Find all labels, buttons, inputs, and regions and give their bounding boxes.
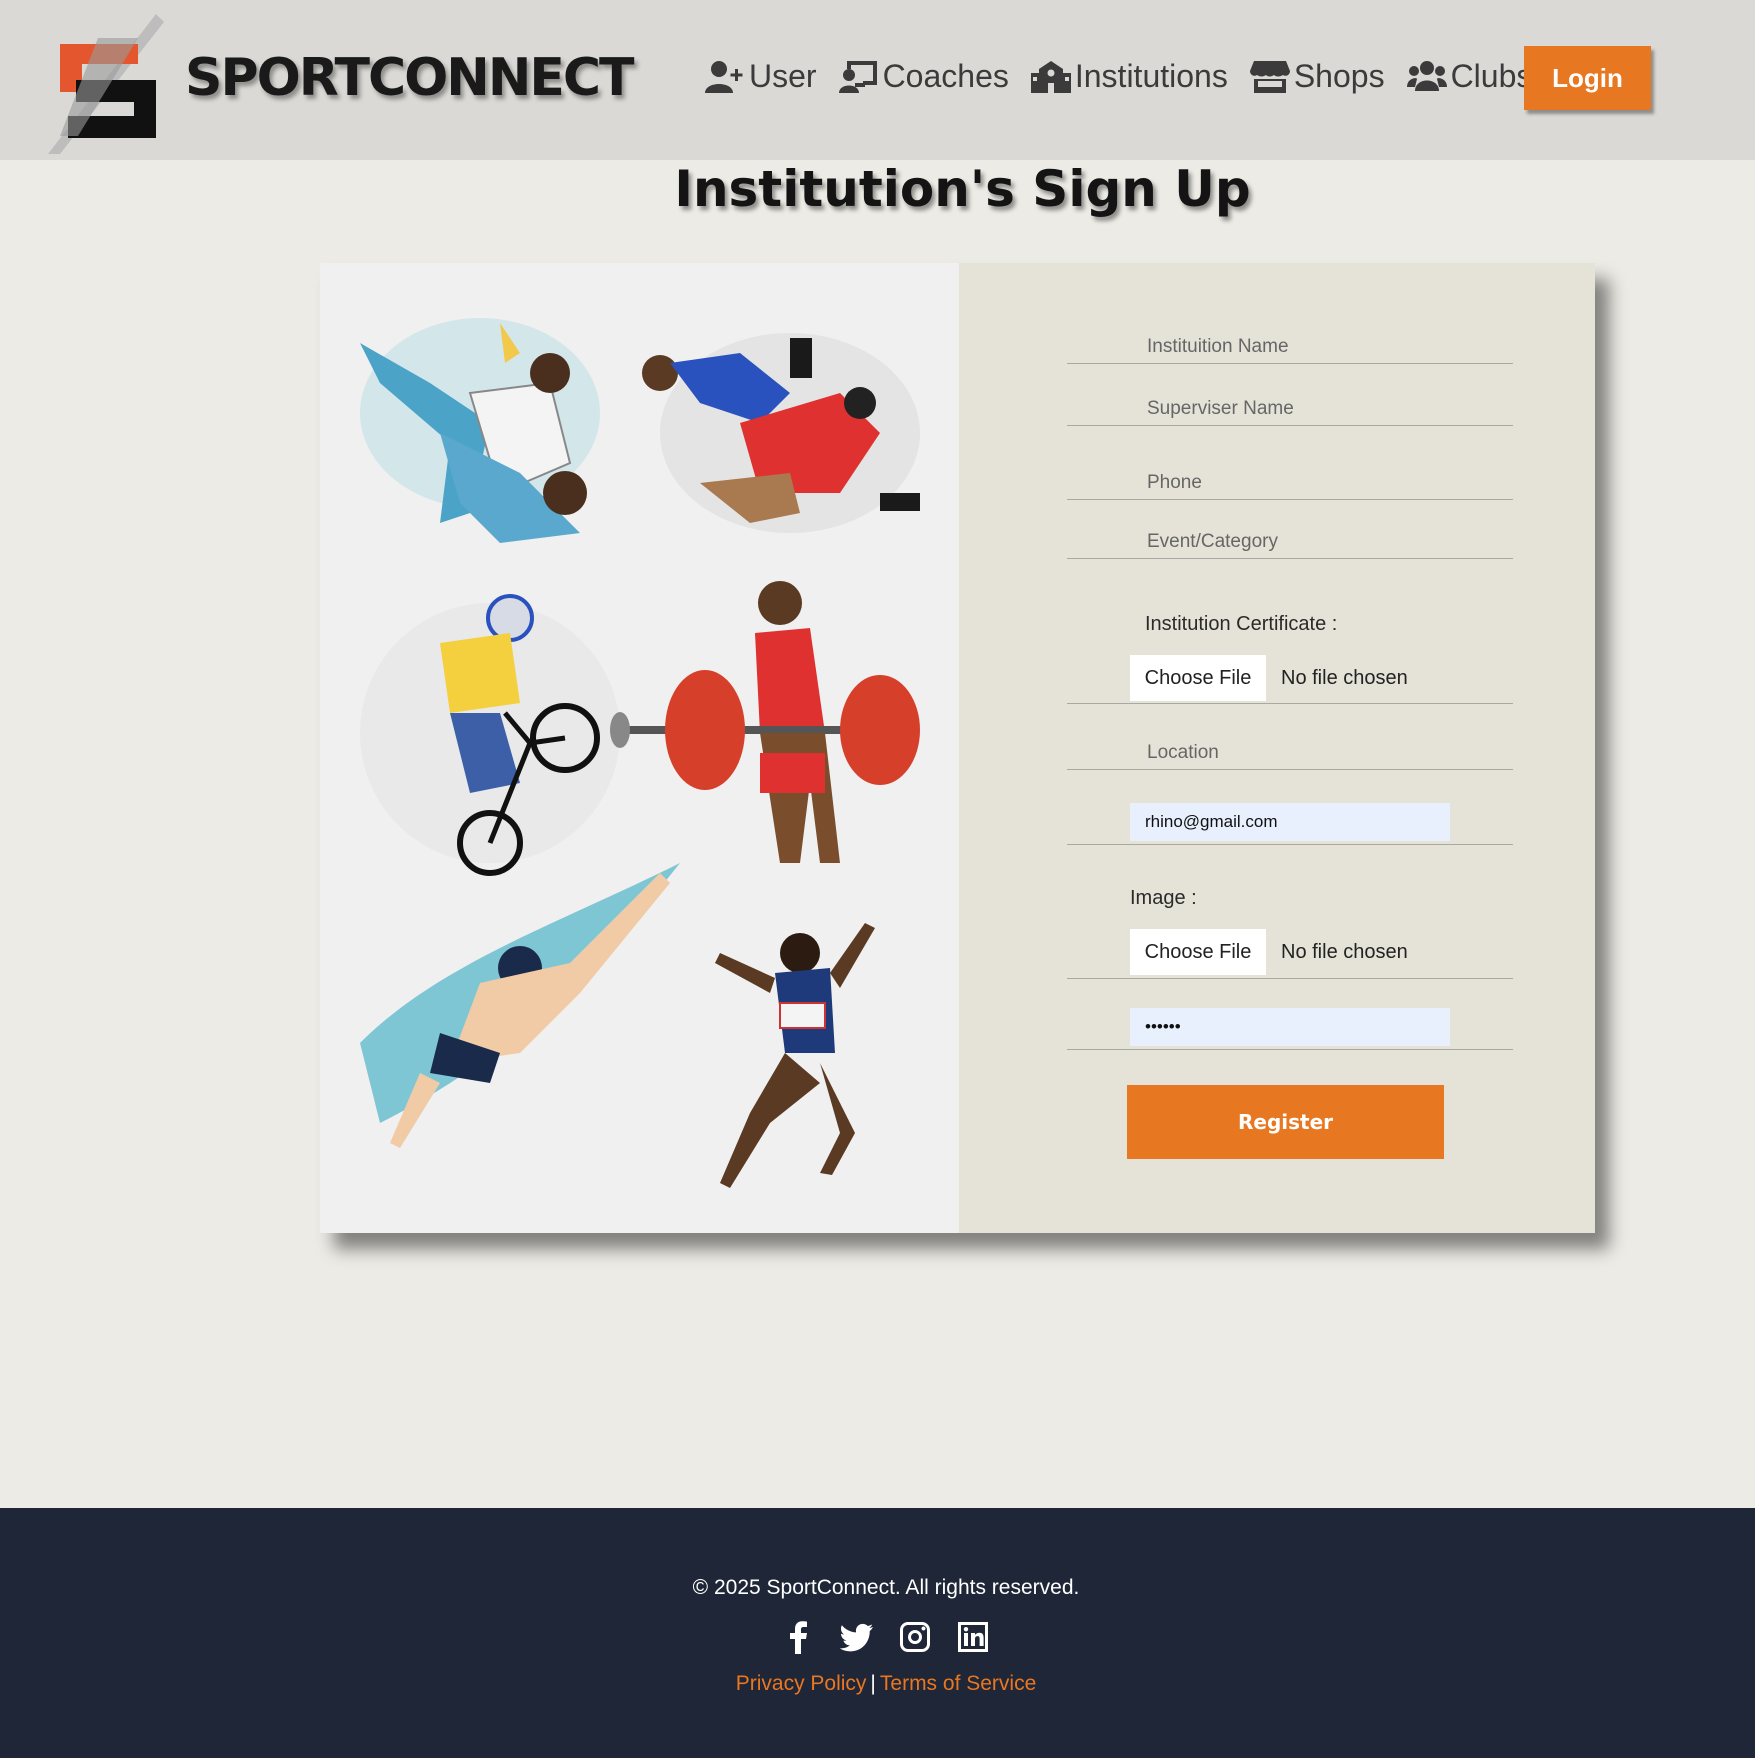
image-label: Image : <box>1130 887 1197 909</box>
wrestling-illustration <box>642 333 920 533</box>
runner-illustration <box>715 923 875 1188</box>
swimmer-illustration <box>360 863 680 1148</box>
event-category-input[interactable] <box>1145 530 1509 554</box>
password-row <box>1067 998 1513 1050</box>
certificate-row: Institution Certificate : Choose File No… <box>1067 563 1513 704</box>
email-row <box>1067 778 1513 845</box>
image-file-status: No file chosen <box>1281 940 1408 963</box>
sports-illustration <box>320 263 959 1233</box>
privacy-policy-link[interactable]: Privacy Policy <box>736 1672 867 1695</box>
supervisor-name-input[interactable] <box>1145 397 1509 421</box>
nav-item-shops[interactable]: Shops <box>1249 58 1385 95</box>
nav-label-clubs: Clubs <box>1450 58 1533 94</box>
instagram-icon[interactable] <box>898 1620 932 1654</box>
linkedin-icon[interactable] <box>956 1620 990 1654</box>
nav-label-user: User <box>749 58 817 94</box>
nav-item-institutions[interactable]: Institutions <box>1030 58 1228 95</box>
footer-links: Privacy Policy | Terms of Service <box>0 1672 1755 1696</box>
nav-item-clubs[interactable]: Clubs <box>1406 58 1533 95</box>
page-title: Institution's Sign Up <box>674 160 1251 218</box>
nav-label-coaches: Coaches <box>882 58 1009 94</box>
image-choose-file-button[interactable]: Choose File <box>1130 929 1266 975</box>
email-input[interactable] <box>1130 803 1450 841</box>
certificate-choose-file-button[interactable]: Choose File <box>1130 655 1266 701</box>
image-file-picker: Choose File No file chosen <box>1130 929 1408 975</box>
judo-illustration <box>360 318 600 543</box>
copyright-text: © 2025 SportConnect. All rights reserved… <box>692 1576 1080 1599</box>
social-links <box>0 1620 1755 1654</box>
sportconnect-logo-icon[interactable] <box>38 8 178 158</box>
nav-item-coaches[interactable]: Coaches <box>838 58 1009 95</box>
bmx-illustration <box>360 594 620 876</box>
signup-card: Institution Certificate : Choose File No… <box>320 263 1595 1233</box>
phone-row <box>1067 443 1513 500</box>
signup-form: Institution Certificate : Choose File No… <box>959 263 1595 1233</box>
users-icon <box>1406 60 1447 91</box>
certificate-label: Institution Certificate : <box>1145 613 1338 635</box>
brand-name[interactable]: SPORTCONNECT <box>185 48 635 108</box>
user-plus-icon <box>705 60 743 93</box>
school-icon <box>1030 60 1071 93</box>
password-input[interactable] <box>1130 1008 1450 1046</box>
nav-item-user[interactable]: User <box>705 58 817 95</box>
event-category-row <box>1067 518 1513 559</box>
store-icon <box>1249 60 1290 93</box>
chalkboard-teacher-icon <box>838 60 877 93</box>
phone-input[interactable] <box>1145 471 1509 495</box>
nav-label-institutions: Institutions <box>1074 58 1228 94</box>
nav-label-shops: Shops <box>1293 58 1385 94</box>
institution-name-input[interactable] <box>1145 335 1509 359</box>
supervisor-name-row <box>1067 385 1513 426</box>
login-button[interactable]: Login <box>1524 46 1651 110</box>
twitter-icon[interactable] <box>839 1620 874 1654</box>
location-row <box>1067 723 1513 770</box>
certificate-file-picker: Choose File No file chosen <box>1130 655 1408 701</box>
image-row: Image : Choose File No file chosen <box>1067 863 1513 979</box>
facebook-icon[interactable] <box>782 1620 816 1654</box>
footer: © 2025 SportConnect. All rights reserved… <box>0 1508 1755 1758</box>
location-input[interactable] <box>1145 741 1509 765</box>
main-nav: User Coaches Institutions Shops Clubs <box>705 58 1554 95</box>
certificate-file-status: No file chosen <box>1281 666 1408 689</box>
terms-of-service-link[interactable]: Terms of Service <box>880 1672 1036 1695</box>
top-navbar: SPORTCONNECT User Coaches Institutions S… <box>0 0 1755 160</box>
institution-name-row <box>1067 323 1513 364</box>
weightlifting-illustration <box>610 581 920 863</box>
register-button[interactable]: Register <box>1127 1085 1444 1159</box>
footer-link-separator: | <box>870 1672 876 1695</box>
